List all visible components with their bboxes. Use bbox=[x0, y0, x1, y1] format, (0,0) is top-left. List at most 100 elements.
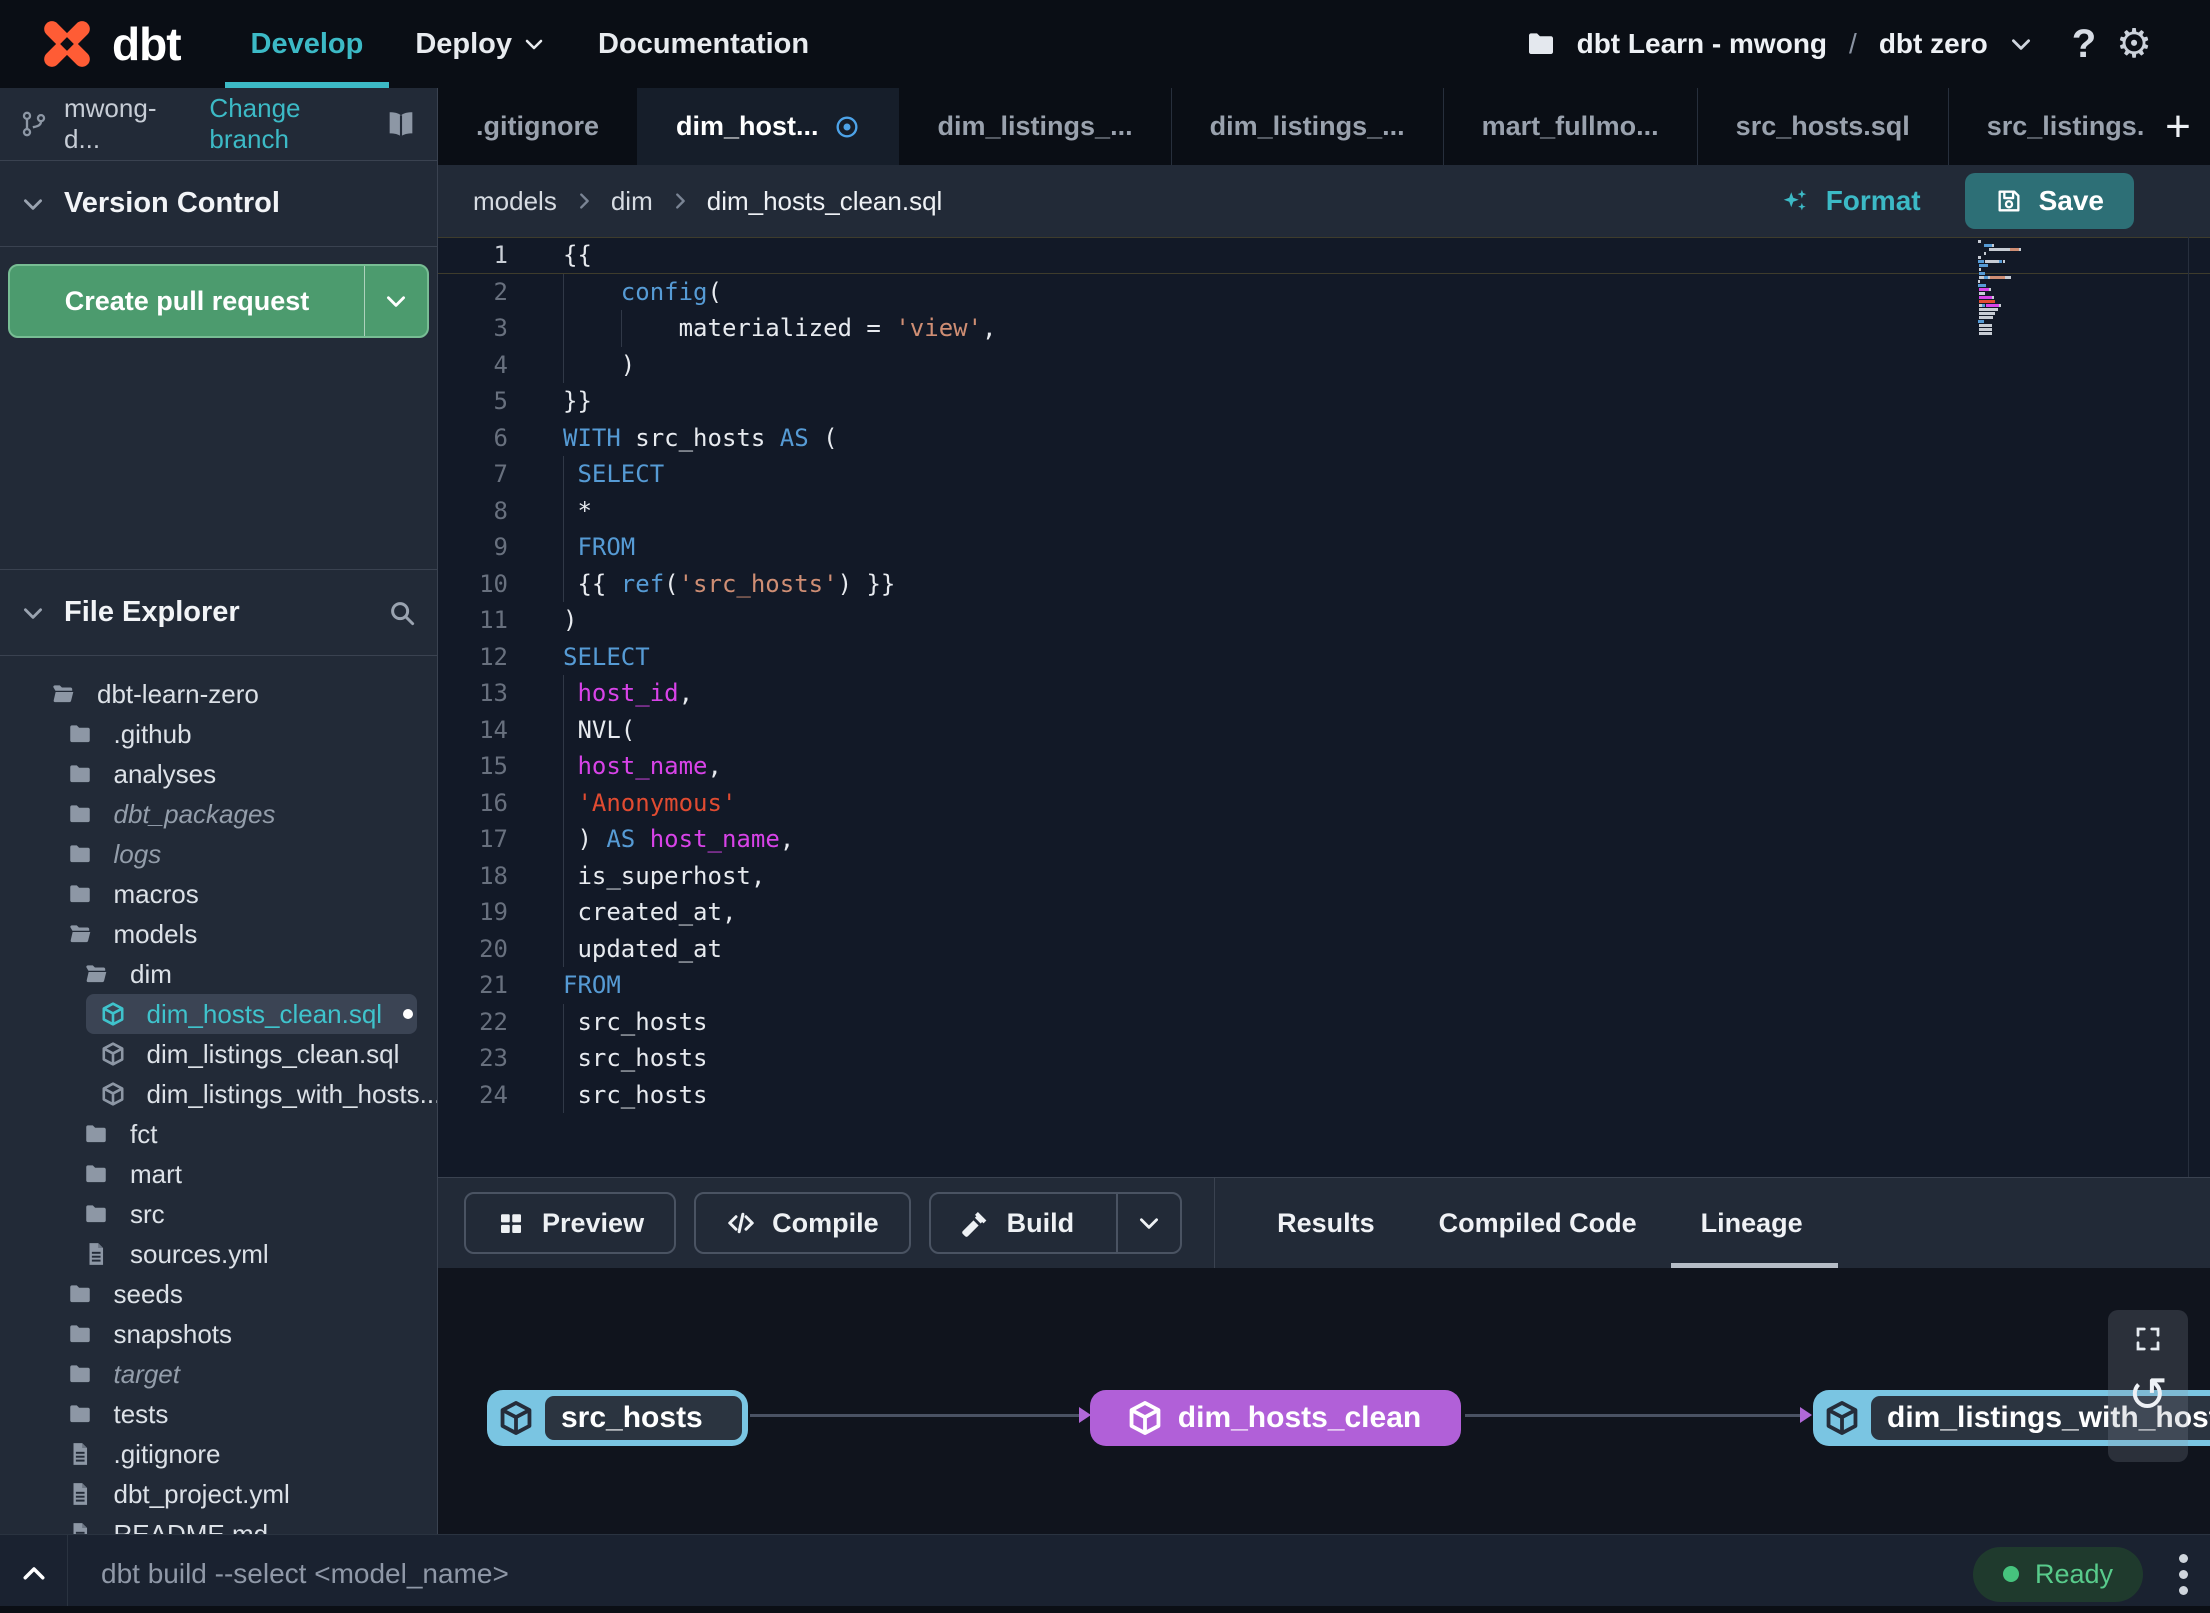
folder-icon bbox=[67, 761, 93, 787]
bottom-panel-header: Preview Compile Build Results Compiled Code… bbox=[438, 1177, 2210, 1268]
minimap[interactable] bbox=[1978, 240, 2032, 336]
line-number: 20 bbox=[479, 934, 508, 963]
folder-mart[interactable]: mart bbox=[0, 1154, 437, 1194]
line-number: 8 bbox=[493, 496, 508, 525]
lineage-edge bbox=[1465, 1407, 1812, 1423]
tree-item-label: tests bbox=[113, 1398, 169, 1429]
indent-guide bbox=[563, 675, 564, 712]
lineage-node-src-hosts[interactable]: src_hosts bbox=[487, 1390, 748, 1446]
create-pr-dropdown-button[interactable] bbox=[364, 266, 427, 336]
tab-src-hosts-sql[interactable]: src_hosts.sql bbox=[1696, 88, 1948, 165]
compile-button[interactable]: Compile bbox=[694, 1192, 911, 1254]
panel-divider bbox=[1214, 1178, 1216, 1268]
version-control-header[interactable]: Version Control bbox=[0, 161, 437, 247]
file-dim-listings-clean-sql[interactable]: dim_listings_clean.sql bbox=[0, 1034, 437, 1074]
tab-dim-listings[interactable]: dim_listings_... bbox=[899, 88, 1171, 165]
folder-models[interactable]: models bbox=[0, 914, 437, 954]
file-dim-hosts-clean-sql[interactable]: dim_hosts_clean.sql bbox=[85, 994, 417, 1034]
nav-item-develop[interactable]: Develop bbox=[225, 0, 390, 88]
file-explorer-header[interactable]: File Explorer bbox=[0, 569, 437, 656]
kebab-menu-icon[interactable] bbox=[2179, 1553, 2188, 1595]
line-number: 19 bbox=[479, 898, 508, 926]
indent-guide bbox=[563, 1003, 564, 1040]
lineage-canvas[interactable]: ↺ src_hosts dim_hosts_clean dim_listings_w… bbox=[438, 1268, 2210, 1534]
folder-target[interactable]: target bbox=[0, 1354, 437, 1394]
status-dot bbox=[2002, 1566, 2019, 1582]
environment-chevron-icon[interactable] bbox=[2008, 31, 2034, 57]
settings-gear-icon[interactable]: ⚙ bbox=[2116, 21, 2152, 67]
folder-icon bbox=[83, 1161, 109, 1187]
fullscreen-icon[interactable] bbox=[2133, 1324, 2163, 1354]
lineage-node-dim-hosts-clean[interactable]: dim_hosts_clean bbox=[1090, 1390, 1461, 1446]
dbt-logo[interactable]: dbt bbox=[36, 13, 182, 75]
file-sources-yml[interactable]: sources.yml bbox=[0, 1234, 437, 1274]
folder-dim[interactable]: dim bbox=[0, 954, 437, 994]
tab-gitignore[interactable]: .gitignore bbox=[438, 88, 637, 165]
file-dim-listings-with-hosts[interactable]: dim_listings_with_hosts... bbox=[0, 1074, 437, 1114]
collapse-panel-button[interactable] bbox=[0, 1535, 68, 1613]
code-line-2: 2 config( bbox=[438, 273, 2210, 310]
preview-button[interactable]: Preview bbox=[464, 1192, 677, 1254]
help-icon[interactable]: ? bbox=[2072, 22, 2096, 67]
panel-tab-compiled-code[interactable]: Compiled Code bbox=[1439, 1178, 1637, 1268]
build-dropdown-button[interactable] bbox=[1116, 1194, 1180, 1252]
panel-tab-results[interactable]: Results bbox=[1277, 1178, 1375, 1268]
folder-github[interactable]: .github bbox=[0, 714, 437, 754]
save-button[interactable]: Save bbox=[1964, 173, 2134, 229]
nav-item-documentation[interactable]: Documentation bbox=[572, 0, 835, 88]
tab-dim-host[interactable]: dim_host... bbox=[637, 88, 899, 165]
folder-macros[interactable]: macros bbox=[0, 874, 437, 914]
breadcrumb-item[interactable]: dim bbox=[611, 186, 653, 217]
folder-src[interactable]: src bbox=[0, 1194, 437, 1234]
code-line-23: 23 src_hosts bbox=[438, 1040, 2210, 1077]
indent-guide bbox=[563, 821, 564, 858]
code-line-22: 22 src_hosts bbox=[438, 1003, 2210, 1040]
folder-icon bbox=[83, 961, 109, 987]
format-button[interactable]: Format bbox=[1780, 185, 1921, 217]
folder-dbt-packages[interactable]: dbt_packages bbox=[0, 794, 437, 834]
breadcrumb-item[interactable]: dim_hosts_clean.sql bbox=[707, 186, 943, 217]
create-pull-request-label: Create pull request bbox=[64, 285, 310, 316]
tab-dim-listings[interactable]: dim_listings_... bbox=[1170, 88, 1443, 165]
folder-analyses[interactable]: analyses bbox=[0, 754, 437, 794]
docs-book-icon[interactable] bbox=[385, 108, 417, 140]
folder-logs[interactable]: logs bbox=[0, 834, 437, 874]
dbt-cloud-ide: dbt Develop Deploy Documentation dbt Learn… bbox=[0, 0, 2210, 1613]
breadcrumb-item[interactable]: models bbox=[473, 186, 557, 217]
create-pull-request-button[interactable]: Create pull request bbox=[8, 264, 429, 338]
build-icon bbox=[961, 1208, 991, 1238]
add-tab-button[interactable]: + bbox=[2146, 88, 2210, 165]
tab-mart-fullmo[interactable]: mart_fullmo... bbox=[1442, 88, 1697, 165]
folder-tests[interactable]: tests bbox=[0, 1394, 437, 1434]
folder-fct[interactable]: fct bbox=[0, 1114, 437, 1154]
file-dbt-project-yml[interactable]: dbt_project.yml bbox=[0, 1474, 437, 1514]
branch-name[interactable]: mwong-d... bbox=[64, 93, 179, 155]
folder-snapshots[interactable]: snapshots bbox=[0, 1314, 437, 1354]
change-branch-link[interactable]: Change branch bbox=[209, 93, 369, 155]
nav-item-deploy[interactable]: Deploy bbox=[389, 0, 572, 88]
tab-src-listings[interactable]: src_listings. bbox=[1947, 88, 2146, 165]
code-line-7: 7 SELECT bbox=[438, 456, 2210, 493]
code-line-19: 19 created_at, bbox=[438, 894, 2210, 931]
code-editor[interactable]: 1{{2 config(3 materialized = 'view', 4 ) 5… bbox=[438, 237, 2210, 1177]
editor-toolbar: models dim dim_hosts_clean.sql Format Save bbox=[438, 165, 2210, 237]
environment-name[interactable]: dbt zero bbox=[1879, 28, 1988, 60]
build-button[interactable]: Build bbox=[928, 1192, 1183, 1254]
chevron-down-icon bbox=[20, 191, 46, 217]
line-number: 18 bbox=[479, 861, 508, 890]
panel-tab-lineage[interactable]: Lineage bbox=[1670, 1178, 1838, 1268]
file-readme-md[interactable]: README.md bbox=[0, 1514, 437, 1534]
file-gitignore[interactable]: .gitignore bbox=[0, 1434, 437, 1474]
file-icon bbox=[67, 1521, 93, 1534]
folder-seeds[interactable]: seeds bbox=[0, 1274, 437, 1314]
tree-item-label: src bbox=[130, 1198, 165, 1229]
code-line-11: 11) bbox=[438, 602, 2210, 639]
command-input[interactable]: dbt build --select <model_name> bbox=[101, 1558, 1973, 1590]
bottom-strip bbox=[0, 1606, 2210, 1613]
project-name[interactable]: dbt Learn - mwong bbox=[1577, 28, 1827, 60]
search-icon[interactable] bbox=[387, 598, 417, 628]
folder-dbt-learn-zero[interactable]: dbt-learn-zero bbox=[0, 674, 437, 714]
refresh-icon[interactable]: ↺ bbox=[2128, 1372, 2168, 1420]
format-label: Format bbox=[1825, 185, 1921, 216]
folder-icon bbox=[67, 721, 93, 747]
